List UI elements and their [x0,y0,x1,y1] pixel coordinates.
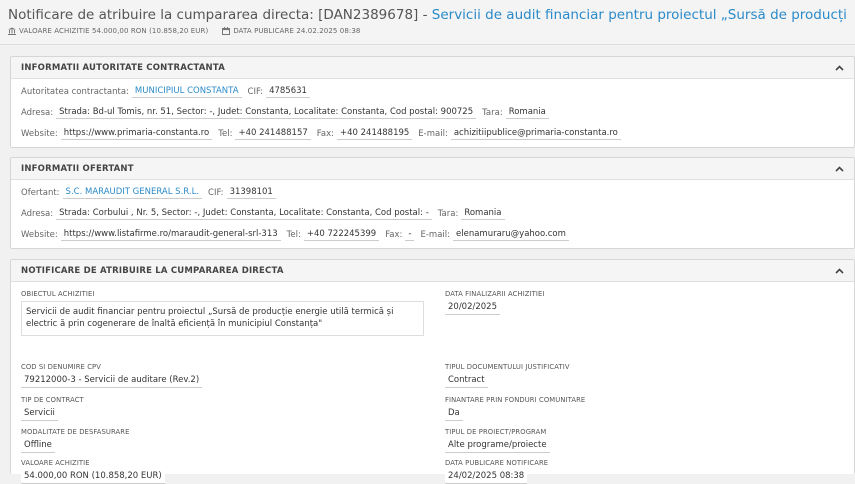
tip-contract-value: Servicii [21,407,58,421]
valoare-value: 54.000,00 RON (10.858,20 EUR) [21,470,165,484]
calendar-icon [222,27,231,35]
autoritate-fax-value: +40 241488195 [336,127,413,140]
tip-proiect-field: TIPUL DE PROIECT/PROGRAM Alte programe/p… [445,428,550,453]
page-title: Notificare de atribuire la cumpararea di… [8,5,847,25]
modalitate-label: MODALITATE DE DESFASURARE [21,428,130,436]
chevron-up-icon[interactable] [834,266,844,276]
autoritate-email-value: achizitiipublice@primaria-constanta.ro [450,127,621,140]
bank-icon [8,27,16,35]
obiect-value: Servicii de audit financiar pentru proie… [21,301,424,336]
ofertant-website-label: Website: [21,229,58,240]
ofertant-cif-label: CIF: [208,187,224,198]
data-finalizarii-field: DATA FINALIZARII ACHIZITIEI 20/02/2025 [445,290,545,315]
header-valoare-text: VALOARE ACHIZITIE 54.000,00 RON (10.858,… [19,27,209,35]
ofertant-name-label: Ofertant: [21,187,60,198]
ofertant-name-link[interactable]: S.C. MARAUDIT GENERAL S.R.L. [62,186,203,199]
notificare-panel-header[interactable]: NOTIFICARE DE ATRIBUIRE LA CUMPARAREA DI… [11,260,854,282]
header-data: DATA PUBLICARE 24.02.2025 08:38 [222,27,360,35]
autoritate-website-value: https://www.primaria-constanta.ro [60,127,213,140]
autoritate-tara-value: Romania [505,106,549,119]
autoritate-name-link[interactable]: MUNICIPIUL CONSTANTA [131,85,242,98]
autoritate-panel-header[interactable]: INFORMATII AUTORITATE CONTRACTANTA [11,57,854,79]
ofertant-cif-value: 31398101 [226,186,276,199]
notificare-panel-title: NOTIFICARE DE ATRIBUIRE LA CUMPARAREA DI… [21,265,284,276]
ofertant-tara-value: Romania [461,207,505,220]
chevron-up-icon[interactable] [834,63,844,73]
ofertant-tel-label: Tel: [286,229,301,240]
tip-proiect-label: TIPUL DE PROIECT/PROGRAM [445,428,547,436]
tip-contract-field: TIP DE CONTRACT Servicii [21,396,84,421]
cpv-label: COD SI DENUMIRE CPV [21,363,101,371]
header-valoare: VALOARE ACHIZITIE 54.000,00 RON (10.858,… [8,27,208,35]
ofertant-panel-header[interactable]: INFORMATII OFERTANT [11,158,854,180]
ofertant-fax-value: - [405,228,415,241]
modalitate-value: Offline [21,439,55,453]
ofertant-panel-title: INFORMATII OFERTANT [21,163,134,174]
title-link[interactable]: Servicii de audit financiar pentru proie… [432,7,847,23]
cpv-value: 79212000-3 - Servicii de auditare (Rev.2… [21,374,203,388]
tip-contract-label: TIP DE CONTRACT [21,396,84,404]
autoritate-email-label: E-mail: [418,128,448,139]
finantare-value: Da [445,407,463,421]
tip-document-value: Contract [445,374,488,388]
data-finalizarii-value: 20/02/2025 [445,301,500,315]
cpv-field: COD SI DENUMIRE CPV 79212000-3 - Servici… [21,363,203,388]
tip-document-field: TIPUL DOCUMENTULUI JUSTIFICATIV Contract [445,363,570,388]
page-header: Notificare de atribuire la cumpararea di… [0,0,855,45]
ofertant-adresa-label: Adresa: [21,208,54,219]
autoritate-adresa-label: Adresa: [21,107,54,118]
ofertant-adresa-value: Strada: Corbului , Nr. 5, Sector: -, Jud… [56,207,432,220]
autoritate-website-label: Website: [21,128,58,139]
finantare-field: FINANTARE PRIN FONDURI COMUNITARE Da [445,396,585,421]
autoritate-tel-label: Tel: [218,128,233,139]
autoritate-cif-label: CIF: [247,86,264,97]
ofertant-panel: INFORMATII OFERTANT Ofertant: S.C. MARAU… [10,157,855,249]
ofertant-tel-value: +40 722245399 [303,228,380,241]
data-publicare-value: 24/02/2025 08:38 [445,470,528,484]
autoritate-adresa-value: Strada: Bd-ul Tomis, nr. 51, Sector: -, … [56,106,477,119]
tip-proiect-value: Alte programe/proiecte [445,439,550,453]
data-publicare-label: DATA PUBLICARE NOTIFICARE [445,459,549,467]
data-publicare-field: DATA PUBLICARE NOTIFICARE 24/02/2025 08:… [445,459,548,484]
autoritate-cif-value: 4785631 [266,85,310,98]
autoritate-tel-value: +40 241488157 [235,127,311,140]
valoare-label: VALOARE ACHIZITIE [21,459,90,467]
autoritate-fax-label: Fax: [316,128,334,139]
data-finalizarii-label: DATA FINALIZARII ACHIZITIEI [445,290,545,298]
ofertant-website-value: https://www.listafirme.ro/maraudit-gener… [60,228,281,241]
modalitate-field: MODALITATE DE DESFASURARE Offline [21,428,130,453]
obiect-label: OBIECTUL ACHIZITIEI [21,290,95,298]
valoare-field: VALOARE ACHIZITIE 54.000,00 RON (10.858,… [21,459,165,484]
autoritate-panel: INFORMATII AUTORITATE CONTRACTANTA Autor… [10,56,855,148]
tip-document-label: TIPUL DOCUMENTULUI JUSTIFICATIV [445,363,570,371]
finantare-label: FINANTARE PRIN FONDURI COMUNITARE [445,396,586,404]
notificare-panel: NOTIFICARE DE ATRIBUIRE LA CUMPARAREA DI… [10,259,855,484]
ofertant-tara-label: Tara: [437,208,459,219]
title-prefix: Notificare de atribuire la cumpararea di… [8,7,432,23]
autoritate-tara-label: Tara: [482,107,503,118]
obiect-field: OBIECTUL ACHIZITIEI Servicii de audit fi… [21,290,424,336]
header-data-text: DATA PUBLICARE 24.02.2025 08:38 [233,27,361,35]
autoritate-panel-title: INFORMATII AUTORITATE CONTRACTANTA [21,62,225,73]
ofertant-email-label: E-mail: [420,229,450,240]
header-meta: VALOARE ACHIZITIE 54.000,00 RON (10.858,… [8,27,847,35]
ofertant-fax-label: Fax: [385,229,403,240]
autoritate-name-label: Autoritatea contractanta: [21,86,129,97]
chevron-up-icon[interactable] [834,164,844,174]
ofertant-email-value: elenamuraru@yahoo.com [453,228,569,241]
